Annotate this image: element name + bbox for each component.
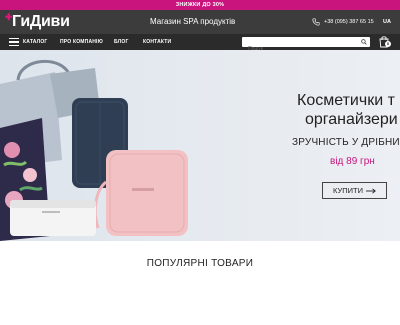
promo-text: ЗНИЖКИ ДО 30% <box>175 2 225 8</box>
hero-heading-line2: органайзери <box>305 111 398 128</box>
buy-button[interactable]: КУПИТИ <box>322 182 387 199</box>
hero-subheading: ЗРУЧНІСТЬ У ДРІБНИЦ <box>292 137 400 148</box>
cart-count-badge: 0 <box>385 41 391 47</box>
nav-blog[interactable]: БЛОГ <box>114 34 129 50</box>
promo-banner[interactable]: ЗНИЖКИ ДО 30% <box>0 0 400 10</box>
logo-mark: ✚ <box>5 12 13 22</box>
hero-price: від 89 грн <box>330 156 375 167</box>
hero-banner[interactable]: Косметички т органайзери ЗРУЧНІСТЬ У ДРІ… <box>0 50 400 241</box>
buy-button-label: КУПИТИ <box>333 186 363 195</box>
phone-link[interactable]: +38 (095) 387 65 15 <box>312 10 374 34</box>
logo-text: ГиДиви <box>12 13 70 30</box>
shop-title: Магазин SPA продуктів <box>150 17 236 26</box>
hero-product-image <box>0 60 188 241</box>
nav-about[interactable]: ПРО КОМПАНІЮ <box>60 34 103 50</box>
nav-contacts[interactable]: КОНТАКТИ <box>143 34 171 50</box>
main-nav: КАТАЛОГ ПРО КОМПАНІЮ БЛОГ КОНТАКТИ 0 <box>0 34 400 54</box>
menu-icon[interactable] <box>9 38 19 46</box>
arrow-right-icon <box>365 187 376 194</box>
hero-heading-line1: Косметички т <box>297 92 395 109</box>
top-header: ✚ ГиДиви Магазин SPA продуктів +38 (095)… <box>0 10 400 34</box>
phone-icon <box>312 18 320 26</box>
nav-catalog[interactable]: КАТАЛОГ <box>23 34 47 50</box>
language-switch[interactable]: UA <box>383 10 391 34</box>
phone-number: +38 (095) 387 65 15 <box>324 19 374 25</box>
search-icon[interactable] <box>361 39 367 45</box>
site-logo[interactable]: ✚ ГиДиви <box>5 12 70 32</box>
popular-products-title: ПОПУЛЯРНІ ТОВАРИ <box>146 258 254 269</box>
search-box <box>242 37 370 54</box>
